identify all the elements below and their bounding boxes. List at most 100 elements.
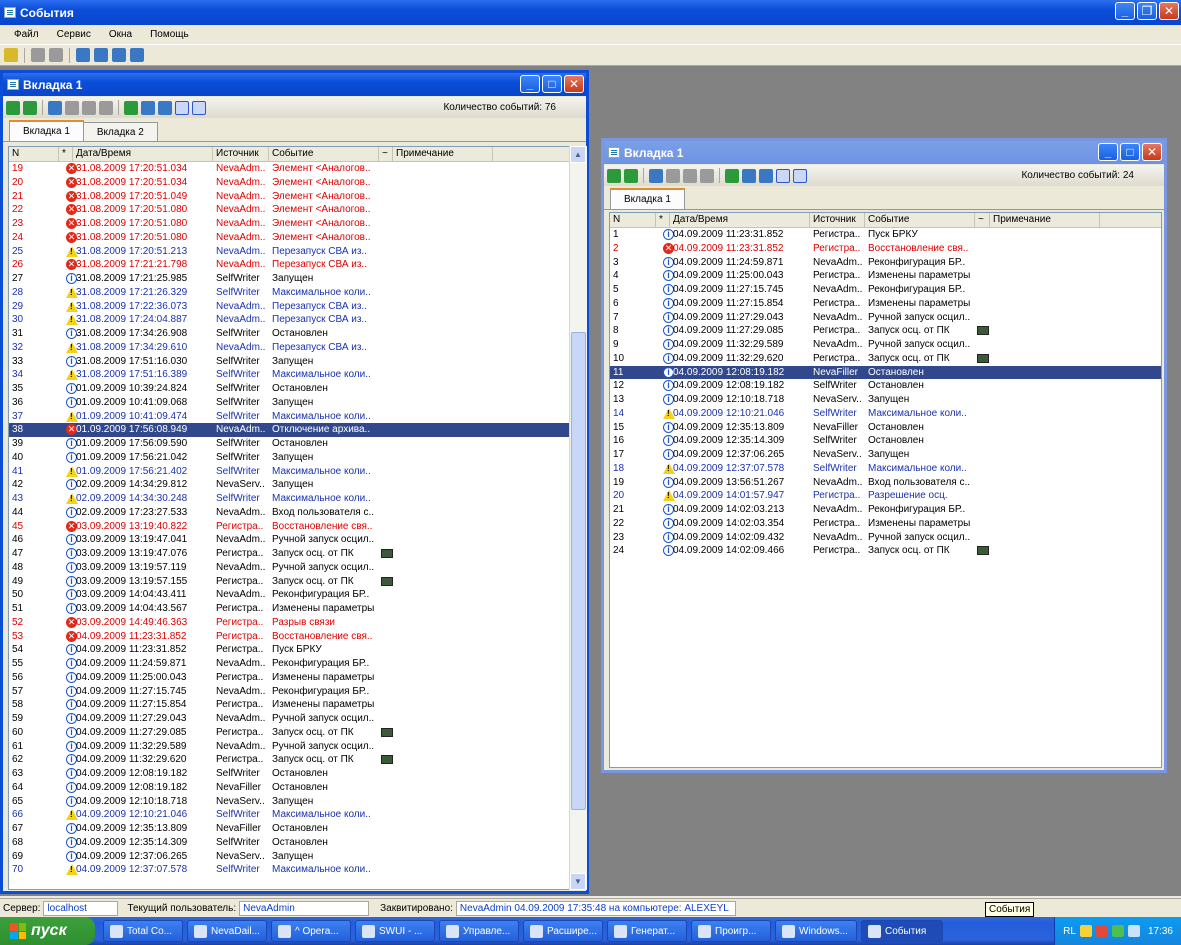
taskbar-button[interactable]: События: [861, 920, 943, 942]
close-button[interactable]: ✕: [1159, 2, 1179, 20]
export-icon[interactable]: [607, 168, 621, 183]
filter-icon[interactable]: [82, 100, 96, 115]
scroll-up-button[interactable]: ▲: [570, 146, 586, 163]
table-row[interactable]: 6 i 04.09.2009 11:27:15.854 Регистра.. Измен…: [610, 297, 1161, 311]
table-row[interactable]: 33 i 31.08.2009 17:51:16.030 SelfWriter Запу…: [9, 355, 569, 369]
table-row[interactable]: 21 i 04.09.2009 14:02:03.213 NevaAdm.. Рекон…: [610, 503, 1161, 517]
filter-icon[interactable]: [683, 168, 697, 183]
table-row[interactable]: 20 04.09.2009 14:01:57.947 Регистра.. Разре…: [610, 489, 1161, 503]
table-row[interactable]: 63 i 04.09.2009 12:08:19.182 SelfWriter Оста…: [9, 767, 569, 781]
copy-icon[interactable]: [65, 100, 79, 115]
menu-help[interactable]: Помощь: [150, 29, 189, 40]
taskbar-button[interactable]: Управле...: [439, 920, 519, 942]
table-row[interactable]: 20 ✕ 31.08.2009 17:20:51.034 NevaAdm.. Элеме…: [9, 176, 569, 190]
column-source-header[interactable]: Источник: [213, 147, 269, 161]
column-tilde-header[interactable]: ~: [379, 147, 393, 161]
table-row[interactable]: 39 i 01.09.2009 17:56:09.590 SelfWriter Оста…: [9, 437, 569, 451]
table-row[interactable]: 22 ✕ 31.08.2009 17:20:51.080 NevaAdm.. Элеме…: [9, 203, 569, 217]
table-row[interactable]: 30 31.08.2009 17:24:04.887 NevaAdm.. Переза…: [9, 313, 569, 327]
table-row[interactable]: 37 01.09.2009 10:41:09.474 SelfWriter Макси…: [9, 410, 569, 424]
oscillogram-icon[interactable]: [381, 549, 393, 558]
navigate-icon[interactable]: [141, 100, 155, 115]
tab-1[interactable]: Вкладка 1: [610, 188, 685, 209]
column-source-header[interactable]: Источник: [810, 213, 865, 227]
table-row[interactable]: 65 i 04.09.2009 12:10:18.718 NevaServ.. Запу…: [9, 795, 569, 809]
table-row[interactable]: 42 i 02.09.2009 14:34:29.812 NevaServ.. Запу…: [9, 478, 569, 492]
table-row[interactable]: 43 02.09.2009 14:34:30.248 SelfWriter Макси…: [9, 492, 569, 506]
column-note-header[interactable]: Примечание: [393, 147, 493, 161]
table-row[interactable]: 49 i 03.09.2009 13:19:57.155 Регистра.. Запу…: [9, 575, 569, 589]
table-row[interactable]: 32 31.08.2009 17:34:29.610 NevaAdm.. Переза…: [9, 341, 569, 355]
tile-horizontal-icon[interactable]: [112, 48, 126, 62]
table-row[interactable]: 55 i 04.09.2009 11:24:59.871 NevaAdm.. Рекон…: [9, 657, 569, 671]
view-icon[interactable]: [175, 100, 189, 115]
tab-1[interactable]: Вкладка 1: [9, 120, 84, 141]
refresh-icon[interactable]: [725, 168, 739, 183]
column-event-header[interactable]: Событие: [269, 147, 379, 161]
taskbar-button[interactable]: SWUI - ...: [355, 920, 435, 942]
table-row[interactable]: 18 04.09.2009 12:37:07.578 SelfWriter Макси…: [610, 462, 1161, 476]
language-indicator[interactable]: RL: [1063, 926, 1076, 937]
scroll-thumb[interactable]: [571, 332, 586, 810]
table-row[interactable]: 14 04.09.2009 12:10:21.046 SelfWriter Макси…: [610, 407, 1161, 421]
copy-icon[interactable]: [666, 168, 680, 183]
autoscroll-icon[interactable]: [192, 100, 206, 115]
column-datetime-header[interactable]: Дата/Время: [670, 213, 810, 227]
table-row[interactable]: 27 i 31.08.2009 17:21:25.985 SelfWriter Запу…: [9, 272, 569, 286]
table-row[interactable]: 56 i 04.09.2009 11:25:00.043 Регистра.. Изме…: [9, 671, 569, 685]
edit-icon[interactable]: [4, 48, 18, 62]
tile-grid-icon[interactable]: [76, 48, 90, 62]
table-row[interactable]: 59 i 04.09.2009 11:27:29.043 NevaAdm.. Ручно…: [9, 712, 569, 726]
table-row[interactable]: 69 i 04.09.2009 12:37:06.265 NevaServ.. Запу…: [9, 850, 569, 864]
navigate-icon[interactable]: [742, 168, 756, 183]
taskbar-button[interactable]: NevaDail...: [187, 920, 267, 942]
oscillogram-icon[interactable]: [977, 546, 989, 556]
table-row[interactable]: 70 04.09.2009 12:37:07.578 SelfWriter Макси…: [9, 863, 569, 877]
table-row[interactable]: 57 i 04.09.2009 11:27:15.745 NevaAdm.. Рекон…: [9, 685, 569, 699]
table-row[interactable]: 19 ✕ 31.08.2009 17:20:51.034 NevaAdm.. Элеме…: [9, 162, 569, 176]
table-row[interactable]: 19 i 04.09.2009 13:56:51.267 NevaAdm.. Вход …: [610, 476, 1161, 490]
table-row[interactable]: 29 31.08.2009 17:22:36.073 NevaAdm.. Переза…: [9, 300, 569, 314]
table-row[interactable]: 53 ✕ 04.09.2009 11:23:31.852 Регистра.. Восс…: [9, 630, 569, 644]
refresh-icon[interactable]: [124, 100, 138, 115]
taskbar-button[interactable]: Генерат...: [607, 920, 687, 942]
table-row[interactable]: 50 i 03.09.2009 14:04:43.411 NevaAdm.. Рекон…: [9, 588, 569, 602]
table-row[interactable]: 10 i 04.09.2009 11:32:29.620 Регистра.. Запу…: [610, 352, 1161, 366]
tile-vertical-icon[interactable]: [94, 48, 108, 62]
menu-service[interactable]: Сервис: [57, 29, 91, 40]
search-icon[interactable]: [31, 48, 45, 62]
table-row[interactable]: 12 i 04.09.2009 12:08:19.182 SelfWriter Оста…: [610, 379, 1161, 393]
table-row[interactable]: 25 31.08.2009 17:20:51.213 NevaAdm.. Переза…: [9, 245, 569, 259]
table-row[interactable]: 67 i 04.09.2009 12:35:13.809 NevaFiller Оста…: [9, 822, 569, 836]
close-button[interactable]: ✕: [1142, 143, 1162, 161]
acknowledge-icon[interactable]: [649, 168, 663, 183]
table-row[interactable]: 66 04.09.2009 12:10:21.046 SelfWriter Макси…: [9, 808, 569, 822]
box-icon[interactable]: [49, 48, 63, 62]
table-row[interactable]: 23 i 04.09.2009 14:02:09.432 NevaAdm.. Ручно…: [610, 531, 1161, 545]
taskbar-button[interactable]: ^ Opera...: [271, 920, 351, 942]
export-icon[interactable]: [6, 100, 20, 115]
table-row[interactable]: 5 i 04.09.2009 11:27:15.745 NevaAdm.. Реконф…: [610, 283, 1161, 297]
column-datetime-header[interactable]: Дата/Время: [73, 147, 213, 161]
settings-icon[interactable]: [700, 168, 714, 183]
goto-end-icon[interactable]: [158, 100, 172, 115]
table-row[interactable]: 58 i 04.09.2009 11:27:15.854 Регистра.. Изме…: [9, 698, 569, 712]
table-row[interactable]: 8 i 04.09.2009 11:27:29.085 Регистра.. Запус…: [610, 324, 1161, 338]
table-row[interactable]: 11 i 04.09.2009 12:08:19.182 NevaFiller Оста…: [610, 365, 1161, 380]
left-vertical-scrollbar[interactable]: ▲ ▼: [569, 146, 587, 890]
table-row[interactable]: 35 i 01.09.2009 10:39:24.824 SelfWriter Оста…: [9, 382, 569, 396]
table-row[interactable]: 38 ✕ 01.09.2009 17:56:08.949 NevaAdm.. Отклю…: [9, 423, 569, 437]
tab-2[interactable]: Вкладка 2: [82, 122, 158, 141]
minimize-button[interactable]: _: [1115, 2, 1135, 20]
table-row[interactable]: 26 ✕ 31.08.2009 17:21:21.798 NevaAdm.. Перез…: [9, 258, 569, 272]
settings-icon[interactable]: [99, 100, 113, 115]
oscillogram-icon[interactable]: [381, 727, 393, 737]
import-icon[interactable]: [624, 168, 638, 183]
table-row[interactable]: 44 i 02.09.2009 17:23:27.533 NevaAdm.. Вход …: [9, 506, 569, 520]
minimize-button[interactable]: _: [520, 75, 540, 93]
table-row[interactable]: 51 i 03.09.2009 14:04:43.567 Регистра.. Изме…: [9, 602, 569, 616]
close-button[interactable]: ✕: [564, 75, 584, 93]
cascade-icon[interactable]: [130, 48, 144, 62]
tray-icon[interactable]: [1111, 925, 1124, 937]
taskbar-button[interactable]: Расшире...: [523, 920, 603, 942]
